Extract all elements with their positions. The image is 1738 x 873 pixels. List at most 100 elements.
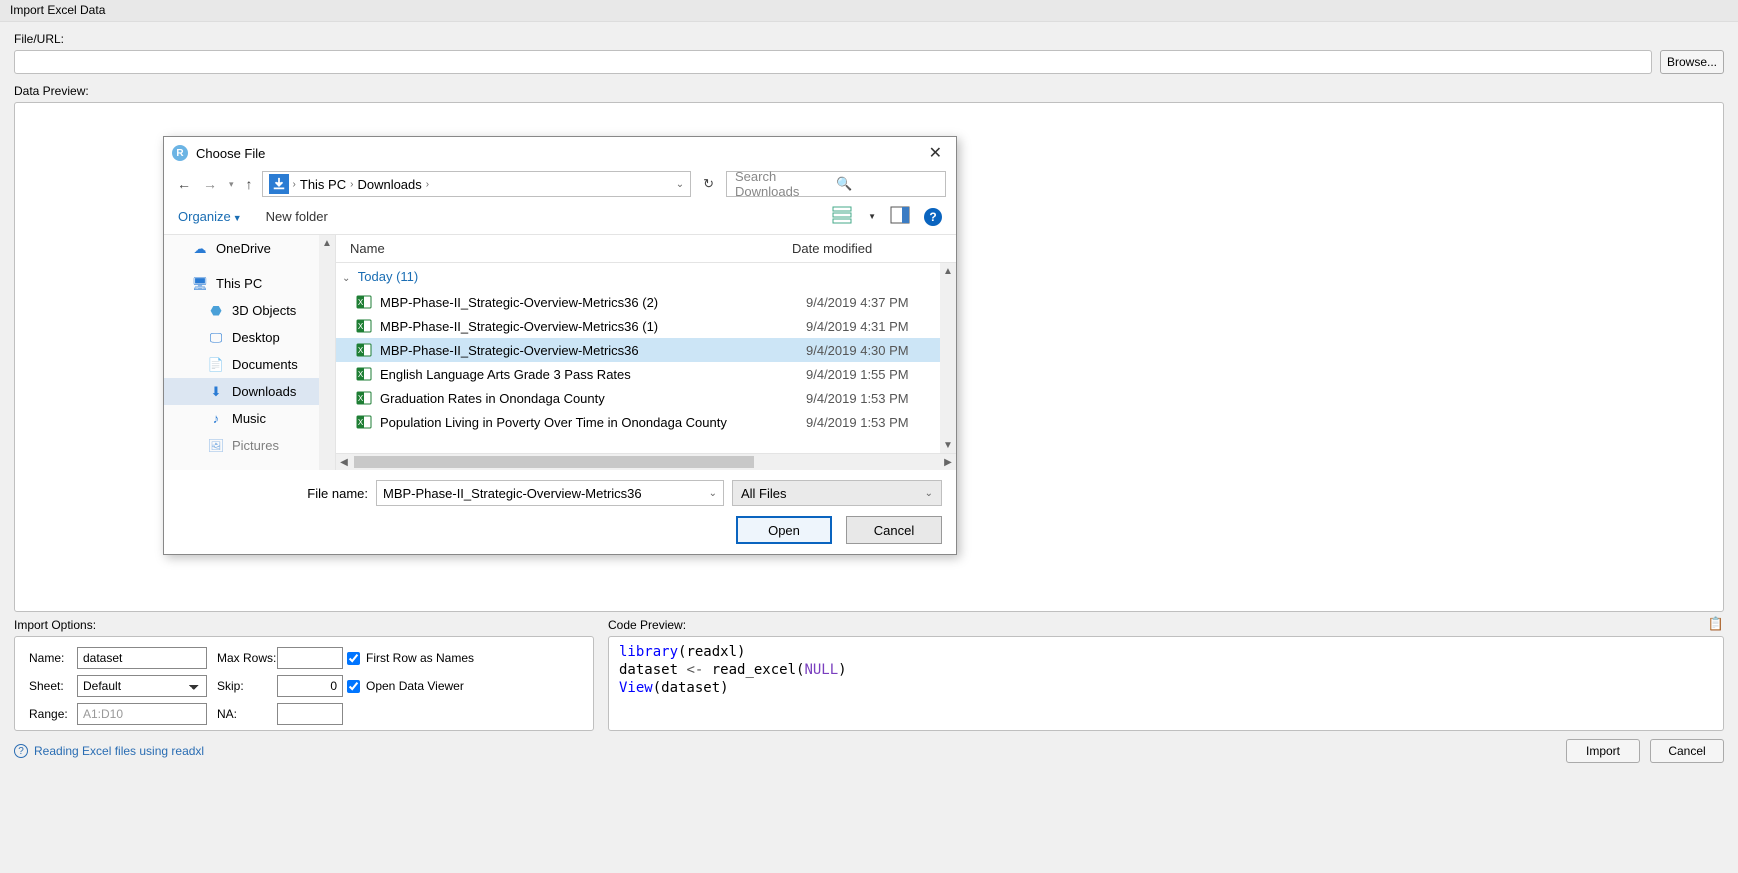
copy-icon[interactable]: 📋 <box>1708 616 1724 632</box>
file-name: Population Living in Poverty Over Time i… <box>380 415 806 430</box>
column-header-date[interactable]: Date modified <box>792 241 942 256</box>
file-row[interactable]: X Graduation Rates in Onondaga County9/4/… <box>336 386 956 410</box>
file-row[interactable]: X MBP-Phase-II_Strategic-Overview-Metrics… <box>336 290 956 314</box>
list-scrollbar[interactable]: ▲ ▼ <box>940 263 956 453</box>
opt-name-label: Name: <box>29 651 77 665</box>
code-preview-panel[interactable]: library(readxl) dataset <- read_excel(NU… <box>608 636 1724 731</box>
window-title: Import Excel Data <box>0 0 1738 22</box>
new-folder-button[interactable]: New folder <box>266 209 328 224</box>
chevron-right-icon: › <box>426 179 429 190</box>
open-button[interactable]: Open <box>736 516 832 544</box>
help-icon[interactable]: ? <box>924 208 942 226</box>
download-icon: ⬇ <box>208 384 224 400</box>
svg-text:X: X <box>358 298 364 307</box>
breadcrumb-item[interactable]: This PC <box>300 177 346 192</box>
document-icon: 📄 <box>208 357 224 373</box>
opt-firstrow-checkbox[interactable] <box>347 652 360 665</box>
download-folder-icon <box>269 174 289 194</box>
file-row[interactable]: X MBP-Phase-II_Strategic-Overview-Metrics… <box>336 314 956 338</box>
nav-item-pictures[interactable]: 🖼 Pictures <box>164 432 335 459</box>
file-type-select[interactable]: All Files ⌄ <box>732 480 942 506</box>
nav-item-downloads[interactable]: ⬇ Downloads <box>164 378 335 405</box>
nav-item-onedrive[interactable]: ☁ OneDrive <box>164 235 335 262</box>
organize-menu[interactable]: Organize▼ <box>178 209 242 224</box>
pc-icon: 🖥 <box>192 276 208 292</box>
nav-up-icon[interactable]: ↑ <box>243 176 256 192</box>
music-icon: ♪ <box>208 411 224 427</box>
nav-item-3d-objects[interactable]: ⬣ 3D Objects <box>164 297 335 324</box>
opt-na-input[interactable] <box>277 703 343 725</box>
preview-pane-icon[interactable] <box>890 206 910 227</box>
file-url-input[interactable] <box>14 50 1652 74</box>
cloud-icon: ☁ <box>192 241 208 257</box>
chevron-down-icon[interactable]: ⌄ <box>709 488 717 499</box>
data-preview-label: Data Preview: <box>14 84 1724 98</box>
help-link[interactable]: ? Reading Excel files using readxl <box>14 744 204 758</box>
opt-sheet-select[interactable]: Default <box>77 675 207 697</box>
file-name: MBP-Phase-II_Strategic-Overview-Metrics3… <box>380 295 806 310</box>
file-name: MBP-Phase-II_Strategic-Overview-Metrics3… <box>380 319 806 334</box>
file-date: 9/4/2019 4:37 PM <box>806 295 956 310</box>
search-input[interactable]: Search Downloads 🔍 <box>726 171 946 197</box>
nav-scrollbar[interactable]: ▲ <box>319 235 335 470</box>
svg-text:X: X <box>358 322 364 331</box>
dialog-cancel-button[interactable]: Cancel <box>846 516 942 544</box>
nav-item-desktop[interactable]: 🖵 Desktop <box>164 324 335 351</box>
cancel-button[interactable]: Cancel <box>1650 739 1724 763</box>
file-name: English Language Arts Grade 3 Pass Rates <box>380 367 806 382</box>
excel-file-icon: X <box>356 390 372 406</box>
browse-button[interactable]: Browse... <box>1660 50 1724 74</box>
chevron-right-icon: › <box>293 179 296 190</box>
code-preview-label: Code Preview: <box>608 618 1724 632</box>
column-header-name[interactable]: Name <box>350 241 792 256</box>
svg-text:X: X <box>358 418 364 427</box>
file-row[interactable]: XMBP-Phase-II_Strategic-Overview-Metrics… <box>336 338 956 362</box>
nav-item-this-pc[interactable]: 🖥 This PC <box>164 270 335 297</box>
svg-text:X: X <box>358 394 364 403</box>
refresh-icon[interactable]: ↻ <box>697 176 720 192</box>
group-header-today[interactable]: ⌄ Today (11) <box>336 263 956 290</box>
chevron-down-icon[interactable]: ⌄ <box>676 179 684 190</box>
file-date: 9/4/2019 1:53 PM <box>806 415 956 430</box>
opt-name-input[interactable] <box>77 647 207 669</box>
nav-tree: ☁ OneDrive 🖥 This PC ⬣ 3D Objects 🖵 D <box>164 235 336 470</box>
file-date: 9/4/2019 1:53 PM <box>806 391 956 406</box>
file-url-label: File/URL: <box>14 32 1724 46</box>
opt-skip-input[interactable] <box>277 675 343 697</box>
opt-firstrow-label: First Row as Names <box>366 651 474 665</box>
data-preview-panel: R Choose File ✕ ← → ▾ ↑ › This PC › Down… <box>14 102 1724 612</box>
chevron-right-icon: › <box>350 179 353 190</box>
import-options-label: Import Options: <box>14 618 594 632</box>
import-options-panel: Name: Max Rows: First Row as Names Sheet… <box>14 636 594 731</box>
import-button[interactable]: Import <box>1566 739 1640 763</box>
horizontal-scrollbar[interactable]: ◀ ▶ <box>336 453 956 470</box>
address-bar[interactable]: › This PC › Downloads › ⌄ <box>262 171 692 197</box>
close-icon[interactable]: ✕ <box>923 143 948 163</box>
nav-item-music[interactable]: ♪ Music <box>164 405 335 432</box>
file-date: 9/4/2019 1:55 PM <box>806 367 956 382</box>
view-mode-icon[interactable] <box>832 206 852 227</box>
file-name-input[interactable]: MBP-Phase-II_Strategic-Overview-Metrics3… <box>376 480 724 506</box>
opt-maxrows-input[interactable] <box>277 647 343 669</box>
view-dropdown-icon[interactable]: ▼ <box>868 212 876 221</box>
excel-file-icon: X <box>356 414 372 430</box>
opt-range-input[interactable] <box>77 703 207 725</box>
file-row[interactable]: X English Language Arts Grade 3 Pass Rate… <box>336 362 956 386</box>
opt-viewer-label: Open Data Viewer <box>366 679 464 693</box>
app-icon: R <box>172 145 188 161</box>
breadcrumb-item[interactable]: Downloads <box>357 177 421 192</box>
opt-skip-label: Skip: <box>217 679 277 693</box>
nav-recent-icon[interactable]: ▾ <box>226 179 237 190</box>
nav-back-icon[interactable]: ← <box>174 176 194 192</box>
opt-viewer-checkbox[interactable] <box>347 680 360 693</box>
file-row[interactable]: X Population Living in Poverty Over Time … <box>336 410 956 434</box>
desktop-icon: 🖵 <box>208 330 224 346</box>
opt-na-label: NA: <box>217 707 277 721</box>
dialog-title: Choose File <box>196 146 265 161</box>
excel-file-icon: X <box>356 366 372 382</box>
nav-forward-icon[interactable]: → <box>200 176 220 192</box>
nav-item-documents[interactable]: 📄 Documents <box>164 351 335 378</box>
file-chooser-dialog: R Choose File ✕ ← → ▾ ↑ › This PC › Down… <box>163 136 957 555</box>
svg-text:X: X <box>358 370 364 379</box>
file-name: Graduation Rates in Onondaga County <box>380 391 806 406</box>
